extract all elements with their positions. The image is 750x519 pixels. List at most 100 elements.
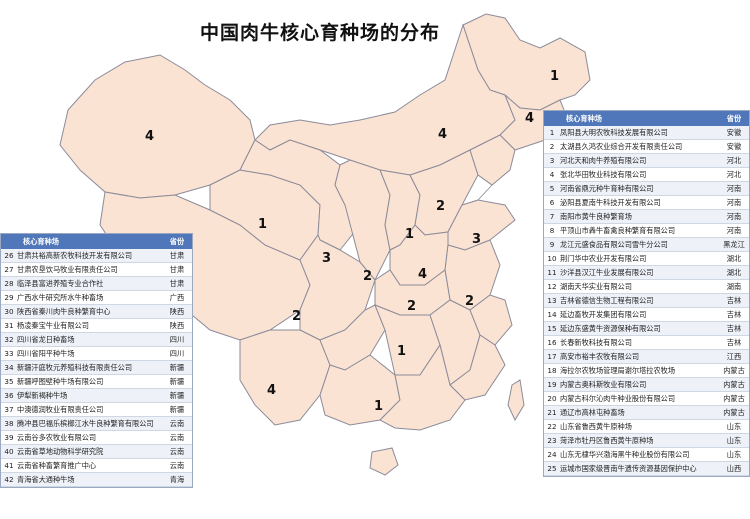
farm-name: 龙江元盛食品有限公司雪牛分公司	[560, 239, 668, 249]
province-name: 内蒙古	[723, 379, 745, 389]
label-anhui: 2	[465, 294, 474, 309]
table-row: 35 新疆呼图壁种牛场有限公司 新疆	[1, 375, 192, 389]
row-number: 31	[4, 321, 14, 330]
table-row: 41 云南省种畜繁育推广中心 云南	[1, 459, 192, 473]
province-name: 山西	[726, 463, 742, 473]
farm-name: 四川省龙日种畜场	[17, 334, 75, 344]
row-number: 37	[4, 405, 14, 414]
farm-name: 甘肃共裕高新农牧科技开发有限公司	[17, 250, 133, 260]
table-row: 1 凤阳县大明农牧科技发展有限公司 安徽	[544, 126, 749, 140]
table-row: 3 河北天和肉牛养殖有限公司 河北	[544, 154, 749, 168]
farm-name: 沙洋县汉江牛业发展有限公司	[560, 267, 654, 277]
table-row: 18 海拉尔农牧场管理局谢尔塔拉农牧场 内蒙古	[544, 364, 749, 378]
province-name: 山东	[726, 421, 742, 431]
row-number: 33	[4, 349, 14, 358]
column-header-farm: 核心育种场	[566, 113, 602, 123]
row-number: 6	[549, 198, 555, 207]
table-row: 25 运城市国家级晋南牛遗传资源基因保护中心 山西	[544, 462, 749, 476]
farm-name: 菏泽市牡丹区鲁西黄牛原种场	[560, 435, 654, 445]
label-inner-mongolia: 4	[438, 127, 447, 142]
farm-name: 南阳市黄牛良种繁育场	[560, 211, 632, 221]
farm-name: 吉林省德信生物工程有限公司	[560, 295, 654, 305]
row-number: 29	[4, 293, 14, 302]
province-name: 云南	[169, 432, 185, 442]
table-row: 6 泌阳县夏南牛科技开发有限公司 河南	[544, 196, 749, 210]
left-table-header: 核心育种场 省份	[1, 234, 192, 249]
province-name: 吉林	[726, 295, 742, 305]
farm-name: 云南省种畜繁育推广中心	[17, 460, 97, 470]
row-number: 34	[4, 363, 14, 372]
label-yunnan: 4	[267, 383, 276, 398]
table-row: 17 高安市裕丰农牧有限公司 江西	[544, 350, 749, 364]
row-number: 42	[4, 475, 14, 484]
farm-name: 延边畜牧开发集团有限公司	[560, 309, 647, 319]
label-guangxi: 1	[374, 399, 383, 414]
province-name: 河南	[726, 211, 742, 221]
row-number: 8	[549, 226, 555, 235]
province-name: 广西	[169, 292, 185, 302]
province-name: 陕西	[169, 306, 185, 316]
province-name: 吉林	[726, 323, 742, 333]
table-row: 15 延边东盛黄牛资源保种有限公司 吉林	[544, 322, 749, 336]
farm-name: 云南省草地动物科学研究院	[17, 446, 104, 456]
table-row: 39 云南谷多农牧业有限公司 云南	[1, 431, 192, 445]
row-number: 25	[547, 464, 557, 473]
farm-name: 四川省阳平种牛场	[17, 348, 75, 358]
table-row: 42 青海省大通种牛场 青海	[1, 473, 192, 487]
column-header-farm: 核心育种场	[23, 236, 59, 246]
farm-name: 广西水牛研究所水牛种畜场	[17, 292, 104, 302]
farm-name: 新疆汗庭牧元养殖科技有限责任公司	[17, 362, 133, 372]
province-name: 湖北	[726, 253, 742, 263]
table-row: 38 腾冲县巴福乐槟榔江水牛良种繁育有限公司 云南	[1, 417, 192, 431]
row-number: 36	[4, 391, 14, 400]
farm-name: 平顶山市羴牛畜禽良种繁育有限公司	[560, 225, 676, 235]
table-row: 20 内蒙古科尔沁肉牛种业股份有限公司 内蒙古	[544, 392, 749, 406]
row-number: 38	[4, 419, 14, 428]
row-number: 5	[549, 184, 555, 193]
table-row: 22 山东省鲁西黄牛原种场 山东	[544, 420, 749, 434]
table-row: 5 河南省鼎元种牛育种有限公司 河南	[544, 182, 749, 196]
table-row: 33 四川省阳平种牛场 四川	[1, 347, 192, 361]
row-number: 7	[549, 212, 555, 221]
row-number: 1	[549, 128, 555, 137]
row-number: 20	[547, 394, 557, 403]
province-name: 陕西	[169, 320, 185, 330]
row-number: 21	[547, 408, 557, 417]
label-henan: 4	[418, 267, 427, 282]
row-number: 35	[4, 377, 14, 386]
row-number: 22	[547, 422, 557, 431]
farm-name: 河南省鼎元种牛育种有限公司	[560, 183, 654, 193]
table-row: 14 延边畜牧开发集团有限公司 吉林	[544, 308, 749, 322]
row-number: 24	[547, 450, 557, 459]
row-number: 18	[547, 366, 557, 375]
province-hainan	[369, 447, 399, 476]
label-jilin: 4	[525, 111, 534, 126]
province-name: 安徽	[726, 127, 742, 137]
province-taiwan	[507, 379, 525, 422]
row-number: 13	[547, 296, 557, 305]
label-gansu: 3	[322, 251, 331, 266]
farm-name: 泌阳县夏南牛科技开发有限公司	[560, 197, 661, 207]
table-row: 28 临泽县富进养殖专业合作社 甘肃	[1, 277, 192, 291]
farm-name: 太湖县久鸿农业综合开发有限责任公司	[560, 141, 683, 151]
label-heilongjiang: 1	[550, 69, 559, 84]
farm-name: 内蒙古奥科斯牧业有限公司	[560, 379, 647, 389]
province-name: 山东	[726, 435, 742, 445]
province-name: 河南	[726, 183, 742, 193]
province-xinjiang	[59, 54, 256, 199]
row-number: 32	[4, 335, 14, 344]
farm-name: 海拉尔农牧场管理局谢尔塔拉农牧场	[560, 365, 676, 375]
table-row: 34 新疆汗庭牧元养殖科技有限责任公司 新疆	[1, 361, 192, 375]
row-number: 9	[549, 240, 555, 249]
row-number: 4	[549, 170, 555, 179]
table-row: 8 平顶山市羴牛畜禽良种繁育有限公司 河南	[544, 224, 749, 238]
farm-name: 运城市国家级晋南牛遗传资源基因保护中心	[560, 463, 697, 473]
label-hunan: 1	[397, 344, 406, 359]
row-number: 11	[547, 268, 557, 277]
table-row: 16 长春新牧科技有限公司 吉林	[544, 336, 749, 350]
row-number: 2	[549, 142, 555, 151]
province-name: 新疆	[169, 376, 185, 386]
right-table-header: 核心育种场 省份	[544, 111, 749, 126]
farm-name: 新疆呼图壁种牛场有限公司	[17, 376, 104, 386]
row-number: 15	[547, 324, 557, 333]
